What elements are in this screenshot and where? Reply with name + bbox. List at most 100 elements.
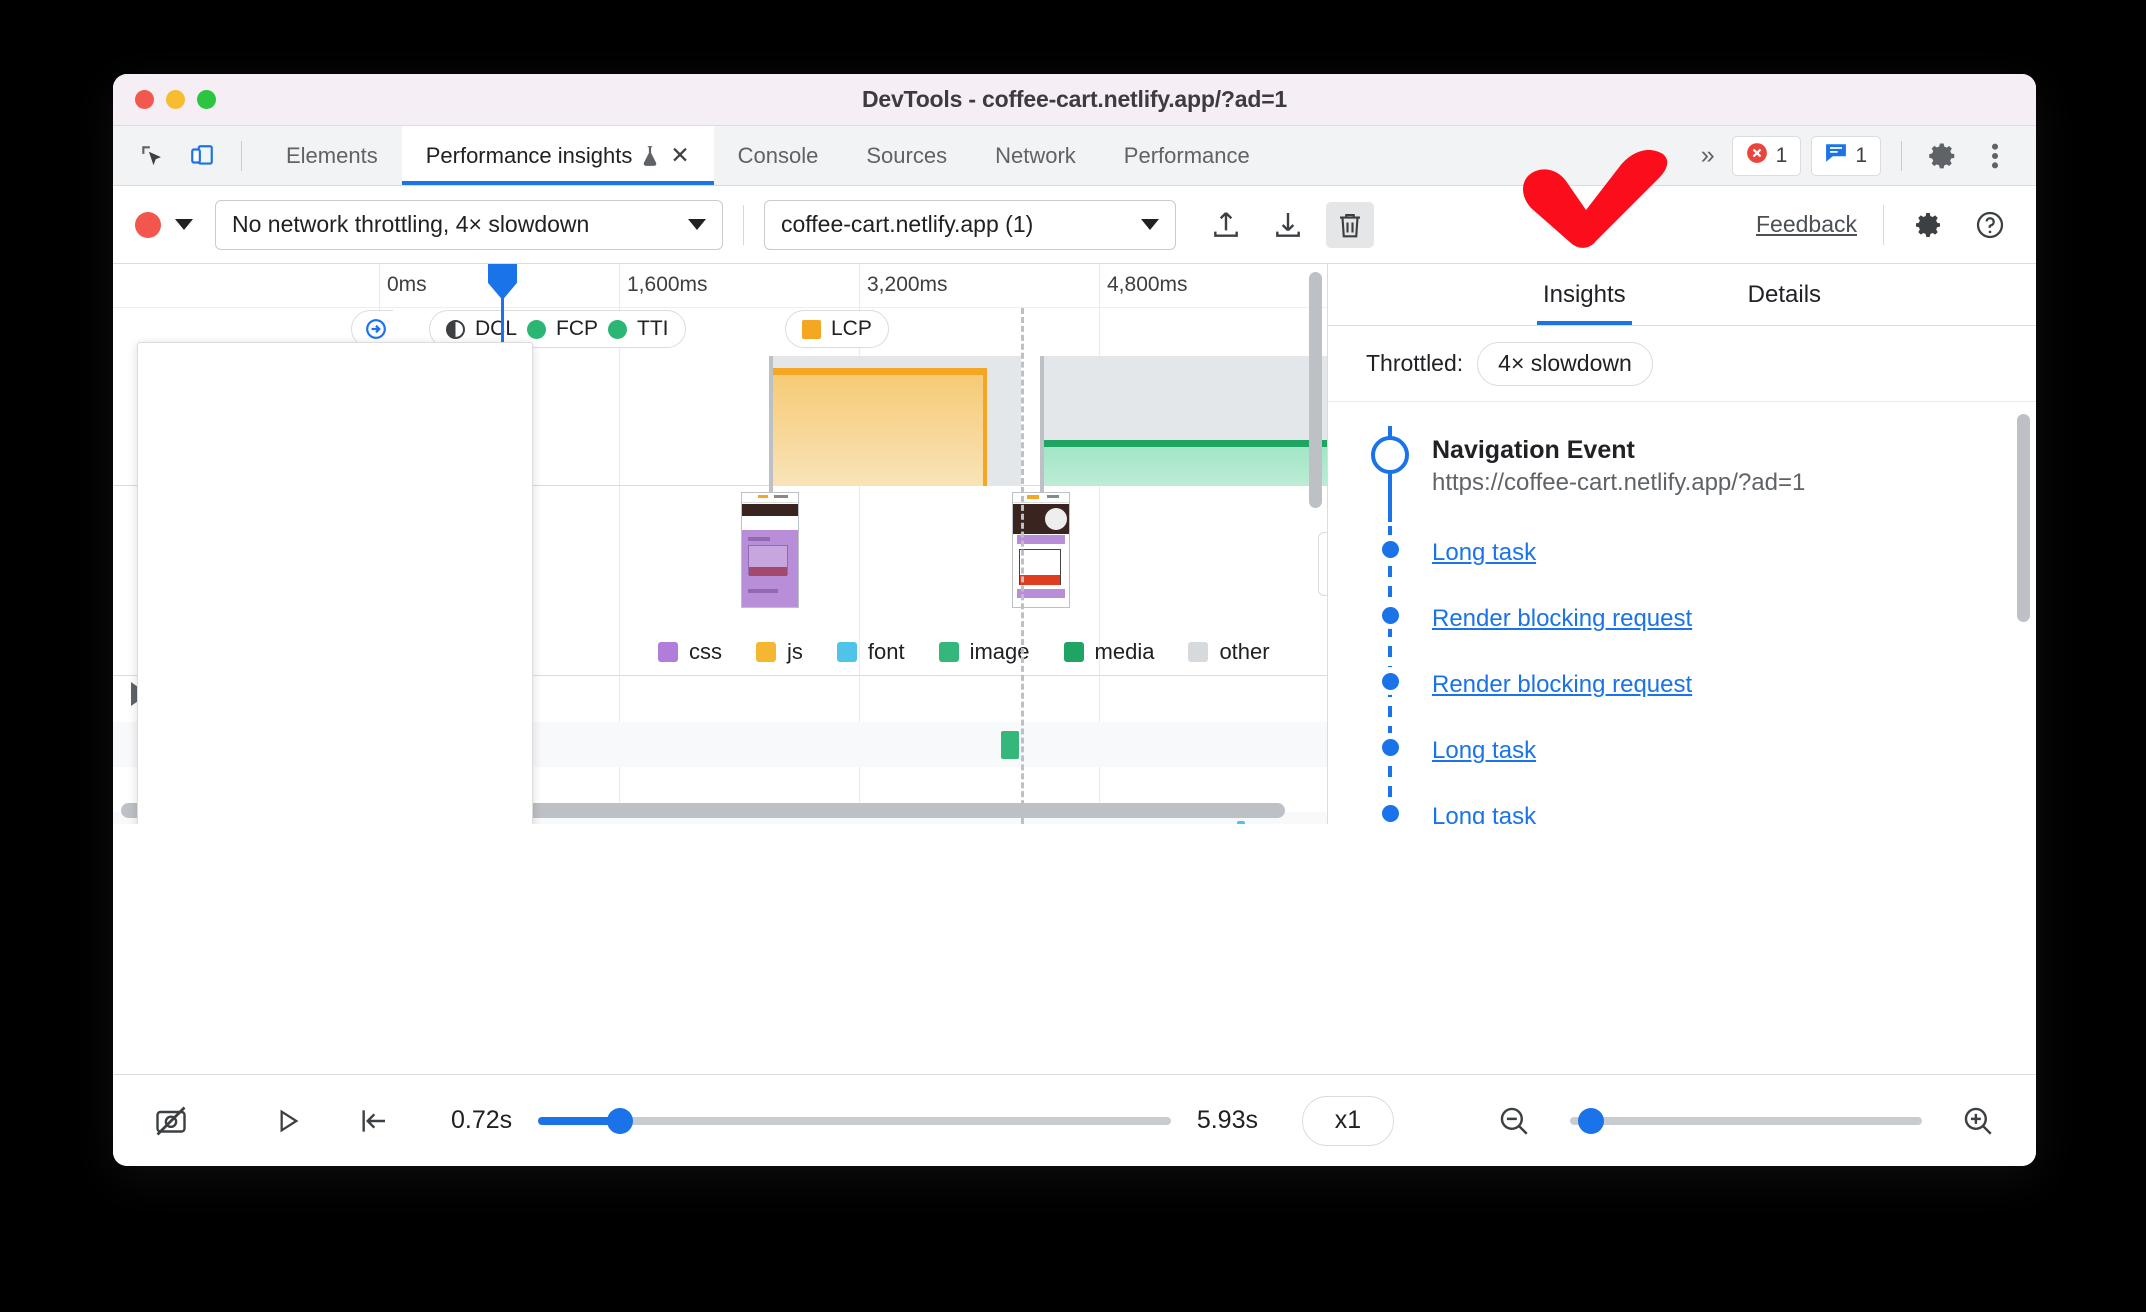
performance-toolbar: No network throttling, 4× slowdown coffe… (113, 186, 2036, 264)
tab-sources[interactable]: Sources (842, 126, 971, 185)
close-tab-icon[interactable]: ✕ (670, 144, 689, 167)
record-button[interactable] (135, 211, 161, 238)
insight-item[interactable]: Render blocking request (1328, 667, 2036, 699)
upload-icon[interactable] (1202, 202, 1250, 248)
timing-marker-lcp[interactable]: LCP (785, 310, 889, 348)
zoom-slider[interactable] (1570, 1107, 1922, 1134)
play-icon[interactable] (263, 1098, 311, 1144)
image-swatch-icon (938, 641, 959, 662)
zoom-slider-knob[interactable] (1578, 1107, 1605, 1134)
more-tabs-icon[interactable]: » (1691, 141, 1722, 170)
page-value: coffee-cart.netlify.app (1) (781, 211, 1034, 237)
help-icon[interactable] (1966, 202, 2014, 248)
request-bar-image[interactable] (1001, 731, 1019, 759)
window-titlebar: DevTools - coffee-cart.netlify.app/?ad=1 (113, 74, 2036, 126)
page-select[interactable]: coffee-cart.netlify.app (1) (764, 199, 1176, 250)
font-swatch-icon (836, 641, 857, 662)
request-bar-font[interactable] (1237, 821, 1245, 824)
insight-item[interactable]: Render blocking request (1328, 601, 2036, 633)
throttling-value: No network throttling, 4× slowdown (232, 211, 590, 237)
screenshot-off-icon[interactable] (147, 1098, 195, 1144)
zoom-in-icon[interactable] (1954, 1098, 2002, 1144)
timeline-panel[interactable]: 0ms 1,600ms 3,200ms 4,800ms DCL FCP TTI (113, 264, 1328, 824)
throttling-select[interactable]: No network throttling, 4× slowdown (215, 199, 723, 250)
insight-item[interactable]: Long task (1328, 799, 2036, 824)
screenshot-root: DevTools - coffee-cart.netlify.app/?ad=1… (0, 0, 2146, 1312)
window-title: DevTools - coffee-cart.netlify.app/?ad=1 (861, 86, 1288, 112)
insights-list[interactable]: Navigation Event https://coffee-cart.net… (1328, 402, 2036, 824)
tab-performance-insights[interactable]: Performance insights ✕ (401, 126, 714, 185)
css-swatch-icon (658, 641, 678, 662)
tab-elements[interactable]: Elements (262, 126, 402, 185)
playback-speed-chip[interactable]: x1 (1302, 1095, 1394, 1146)
timeline-ruler[interactable]: 0ms 1,600ms 3,200ms 4,800ms (113, 264, 1327, 824)
insights-sidebar: Insights Details Throttled: 4× slowdown … (1328, 264, 2036, 824)
record-options-caret-down-icon[interactable] (175, 219, 193, 230)
marker-label-fcp: FCP (556, 317, 599, 340)
insight-link-long-task-2[interactable]: Long task (1432, 737, 1536, 764)
playback-toolbar: 0.72s 5.93s x1 (113, 1074, 2036, 1166)
range-start-time: 0.72s (451, 1106, 513, 1134)
message-badge[interactable]: 1 (1811, 135, 1881, 176)
tti-swatch-icon (608, 319, 628, 339)
insight-link-long-task-3[interactable]: Long task (1432, 803, 1536, 824)
tab-label: Insights (1542, 280, 1626, 308)
legend-item-css: css (658, 639, 722, 665)
sidebar-tabs: Insights Details (1328, 264, 2036, 326)
range-end-time: 5.93s (1196, 1106, 1258, 1134)
event-node-dot-icon (1376, 799, 1404, 824)
lcp-swatch-icon (802, 319, 821, 339)
insight-item[interactable]: Long task (1328, 733, 2036, 765)
ruler-label-1: 1,600ms (627, 273, 708, 296)
tab-insights[interactable]: Insights (1536, 264, 1632, 325)
feedback-link[interactable]: Feedback (1756, 211, 1863, 238)
ruler-label-0: 0ms (387, 273, 427, 296)
red-arrow-annotation (1522, 150, 1668, 248)
tab-console[interactable]: Console (714, 126, 843, 185)
zoom-out-icon[interactable] (1490, 1098, 1538, 1144)
insight-item[interactable]: Long task (1328, 535, 2036, 567)
legend-label: css (689, 638, 722, 664)
kebab-menu-icon[interactable] (1974, 135, 2016, 177)
gear-icon[interactable] (1904, 202, 1952, 248)
timeline-vertical-scrollbar[interactable] (1309, 272, 1322, 508)
download-icon[interactable] (1264, 202, 1312, 248)
trash-icon[interactable] (1326, 201, 1374, 248)
filmstrip-thumbnail-1[interactable] (741, 492, 799, 608)
tab-network[interactable]: Network (971, 126, 1100, 185)
legend-item-js: js (756, 639, 803, 665)
tab-label: Console (737, 142, 819, 168)
legend-label: other (1219, 638, 1270, 664)
device-toolbar-icon[interactable] (181, 135, 223, 177)
toolbar-divider-1 (743, 204, 744, 245)
marker-label-dcl: DCL (475, 317, 518, 340)
insight-link-long-task-1[interactable]: Long task (1432, 539, 1536, 566)
insight-link-render-blocking-2[interactable]: Render blocking request (1432, 671, 1692, 698)
jump-to-start-icon[interactable] (349, 1098, 397, 1144)
event-node-dot-icon (1376, 535, 1404, 563)
toolbar-divider-2 (1883, 204, 1884, 245)
throttled-row: Throttled: 4× slowdown (1328, 326, 2036, 402)
legend-label: media (1094, 638, 1155, 664)
legend-item-media: media (1063, 638, 1155, 665)
activity-block-media[interactable] (1044, 440, 1327, 486)
insight-link-render-blocking-1[interactable]: Render blocking request (1432, 605, 1692, 632)
gear-icon[interactable] (1922, 135, 1964, 177)
error-badge[interactable]: 1 (1731, 135, 1802, 176)
activity-block-js[interactable] (773, 368, 987, 486)
hover-time-cursor (1021, 308, 1024, 824)
sidebar-vertical-scrollbar[interactable] (2017, 414, 2030, 622)
navigation-event-title: Navigation Event (1432, 436, 1635, 464)
timeline-hover-tooltip (137, 342, 533, 824)
inspect-element-icon[interactable] (131, 135, 173, 177)
event-node-dot-icon (1376, 601, 1404, 629)
message-icon (1825, 143, 1847, 169)
tab-performance[interactable]: Performance (1100, 126, 1274, 185)
slider-knob[interactable] (607, 1107, 634, 1134)
legend-item-font: font (836, 639, 905, 665)
time-range-slider[interactable] (538, 1107, 1171, 1134)
collapse-sidebar-handle[interactable]: › (1318, 532, 1327, 596)
tab-details[interactable]: Details (1742, 264, 1827, 325)
insight-navigation-event[interactable]: Navigation Event https://coffee-cart.net… (1328, 436, 2036, 497)
tab-label: Performance insights (425, 142, 633, 168)
